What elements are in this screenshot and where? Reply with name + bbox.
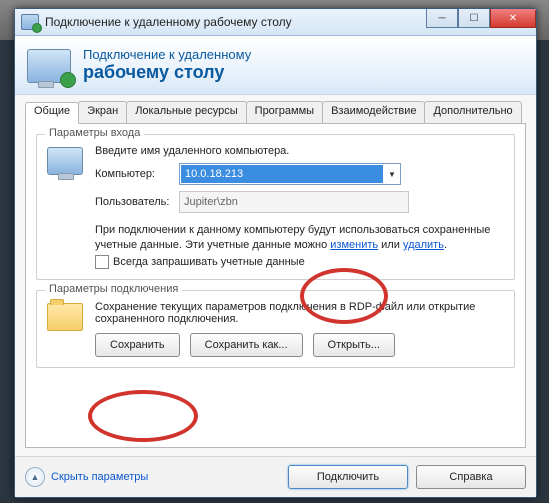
close-button[interactable]: ✕ xyxy=(490,9,536,28)
rdp-app-icon xyxy=(21,14,39,30)
window-title: Подключение к удаленному рабочему столу xyxy=(45,15,292,29)
tab-local-resources[interactable]: Локальные ресурсы xyxy=(126,101,246,123)
link-change-credentials[interactable]: изменить xyxy=(330,239,378,251)
rdp-window: Подключение к удаленному рабочему столу … xyxy=(14,8,537,498)
folder-icon xyxy=(47,303,83,331)
connection-desc: Сохранение текущих параметров подключени… xyxy=(95,301,504,325)
chevron-down-icon[interactable]: ▼ xyxy=(384,170,400,179)
group-connection-legend: Параметры подключения xyxy=(45,283,182,295)
tab-experience[interactable]: Взаимодействие xyxy=(322,101,425,123)
footer: ▲ Скрыть параметры Подключить Справка xyxy=(15,456,536,497)
minimize-button[interactable]: ─ xyxy=(426,9,458,28)
help-button[interactable]: Справка xyxy=(416,465,526,489)
titlebar[interactable]: Подключение к удаленному рабочему столу … xyxy=(15,9,536,36)
tab-programs[interactable]: Программы xyxy=(246,101,323,123)
tab-page-general: Параметры входа Введите имя удаленного к… xyxy=(25,124,526,448)
tab-general[interactable]: Общие xyxy=(25,102,79,124)
tab-advanced[interactable]: Дополнительно xyxy=(424,101,521,123)
computer-value[interactable]: 10.0.18.213 xyxy=(181,165,383,183)
computer-icon xyxy=(47,147,83,175)
always-ask-checkbox[interactable] xyxy=(95,255,109,269)
hide-options-link[interactable]: Скрыть параметры xyxy=(51,471,148,483)
open-button[interactable]: Открыть... xyxy=(313,333,395,357)
computer-combo[interactable]: 10.0.18.213 ▼ xyxy=(179,163,401,185)
collapse-options-icon[interactable]: ▲ xyxy=(25,467,45,487)
rdp-header-icon xyxy=(27,49,71,83)
tab-display[interactable]: Экран xyxy=(78,101,127,123)
header-line1: Подключение к удаленному xyxy=(83,47,251,62)
group-login: Параметры входа Введите имя удаленного к… xyxy=(36,134,515,280)
user-field: Jupiter\zbn xyxy=(179,191,409,213)
computer-label: Компьютер: xyxy=(95,168,179,180)
group-connection: Параметры подключения Сохранение текущих… xyxy=(36,290,515,368)
save-as-button[interactable]: Сохранить как... xyxy=(190,333,303,357)
header-line2: рабочему столу xyxy=(83,62,251,83)
login-intro: Введите имя удаленного компьютера. xyxy=(95,145,504,157)
maximize-button[interactable]: ☐ xyxy=(458,9,490,28)
link-delete-credentials[interactable]: удалить xyxy=(403,239,444,251)
always-ask-label: Всегда запрашивать учетные данные xyxy=(113,256,305,268)
credentials-text: При подключении к данному компьютеру буд… xyxy=(95,223,504,253)
header-band: Подключение к удаленному рабочему столу xyxy=(15,36,536,95)
connect-button[interactable]: Подключить xyxy=(288,465,408,489)
save-button[interactable]: Сохранить xyxy=(95,333,180,357)
user-label: Пользователь: xyxy=(95,196,179,208)
tabs: Общие Экран Локальные ресурсы Программы … xyxy=(25,101,526,124)
group-login-legend: Параметры входа xyxy=(45,127,144,139)
